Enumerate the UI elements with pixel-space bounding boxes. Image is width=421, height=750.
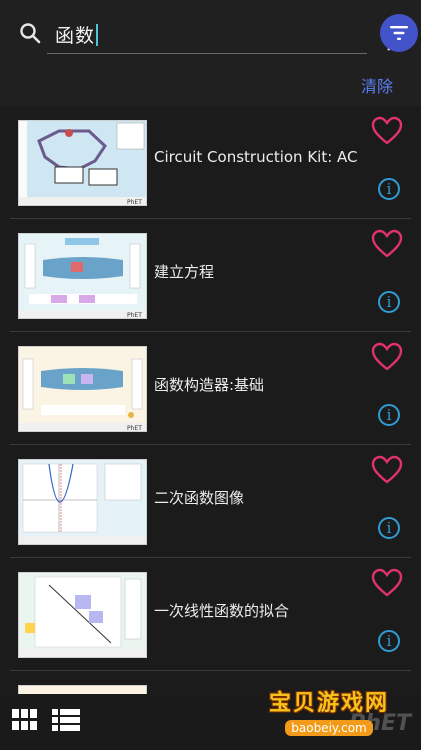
watermark: 宝贝游戏网 baobeiy.com — [249, 685, 409, 736]
favorite-heart-icon[interactable] — [371, 455, 403, 485]
search-header: 函数 清除 — [0, 0, 421, 106]
item-title: 二次函数图像 — [154, 489, 245, 507]
favorite-heart-icon[interactable] — [371, 116, 403, 146]
thumbnail — [18, 459, 147, 545]
list-item[interactable]: PhET 函数构造器:基础 i — [10, 332, 411, 445]
clear-filters-link[interactable]: 清除 — [361, 73, 393, 97]
watermark-url: baobeiy.com — [285, 720, 373, 736]
list-item[interactable]: 一次线性函数的拟合 i — [10, 558, 411, 671]
function-builder-thumbnail-image: PhET — [19, 347, 146, 431]
search-query: 函数 — [55, 25, 96, 47]
list-view-icon[interactable] — [52, 709, 80, 731]
info-icon[interactable]: i — [378, 291, 400, 313]
watermark-title: 宝贝游戏网 — [268, 691, 389, 716]
search-input[interactable]: 函数 — [47, 11, 403, 54]
favorite-heart-icon[interactable] — [371, 229, 403, 259]
thumbnail: PhET — [18, 346, 147, 432]
grid-view-icon[interactable] — [12, 709, 38, 731]
info-icon[interactable]: i — [378, 517, 400, 539]
quadratic-thumbnail-image — [19, 460, 146, 544]
thumbnail — [18, 572, 147, 658]
list-item[interactable]: PhET Circuit Construction Kit: AC i — [10, 106, 411, 219]
item-title: 一次线性函数的拟合 — [154, 602, 290, 620]
list-item[interactable]: 二次函数图像 i — [10, 445, 411, 558]
info-icon[interactable]: i — [378, 630, 400, 652]
svg-text:PhET: PhET — [127, 199, 142, 205]
info-icon[interactable]: i — [378, 404, 400, 426]
favorite-heart-icon[interactable] — [371, 342, 403, 372]
thumbnail: PhET — [18, 233, 147, 319]
thumbnail: PhET — [18, 120, 147, 206]
item-title: 函数构造器:基础 — [154, 376, 265, 394]
circuit-thumbnail-image: PhET — [19, 121, 146, 205]
bottom-navigation: PhET 宝贝游戏网 baobeiy.com — [0, 691, 421, 750]
results-list: PhET Circuit Construction Kit: AC i PhET… — [0, 106, 421, 750]
linear-fit-thumbnail-image — [19, 573, 146, 657]
app-screen: 函数 清除 PhET Circuit Construction Kit: AC … — [0, 0, 421, 750]
item-title: Circuit Construction Kit: AC — [154, 148, 358, 166]
list-item[interactable]: PhET 建立方程 i — [10, 219, 411, 332]
svg-text:PhET: PhET — [127, 312, 142, 318]
info-icon[interactable]: i — [378, 178, 400, 200]
svg-text:PhET: PhET — [127, 425, 142, 431]
filter-icon — [390, 26, 408, 40]
filter-button[interactable] — [380, 14, 418, 52]
text-caret — [96, 24, 99, 46]
item-title: 建立方程 — [154, 263, 215, 281]
favorite-heart-icon[interactable] — [371, 568, 403, 598]
equation-thumbnail-image: PhET — [19, 234, 146, 318]
search-icon — [20, 23, 41, 44]
